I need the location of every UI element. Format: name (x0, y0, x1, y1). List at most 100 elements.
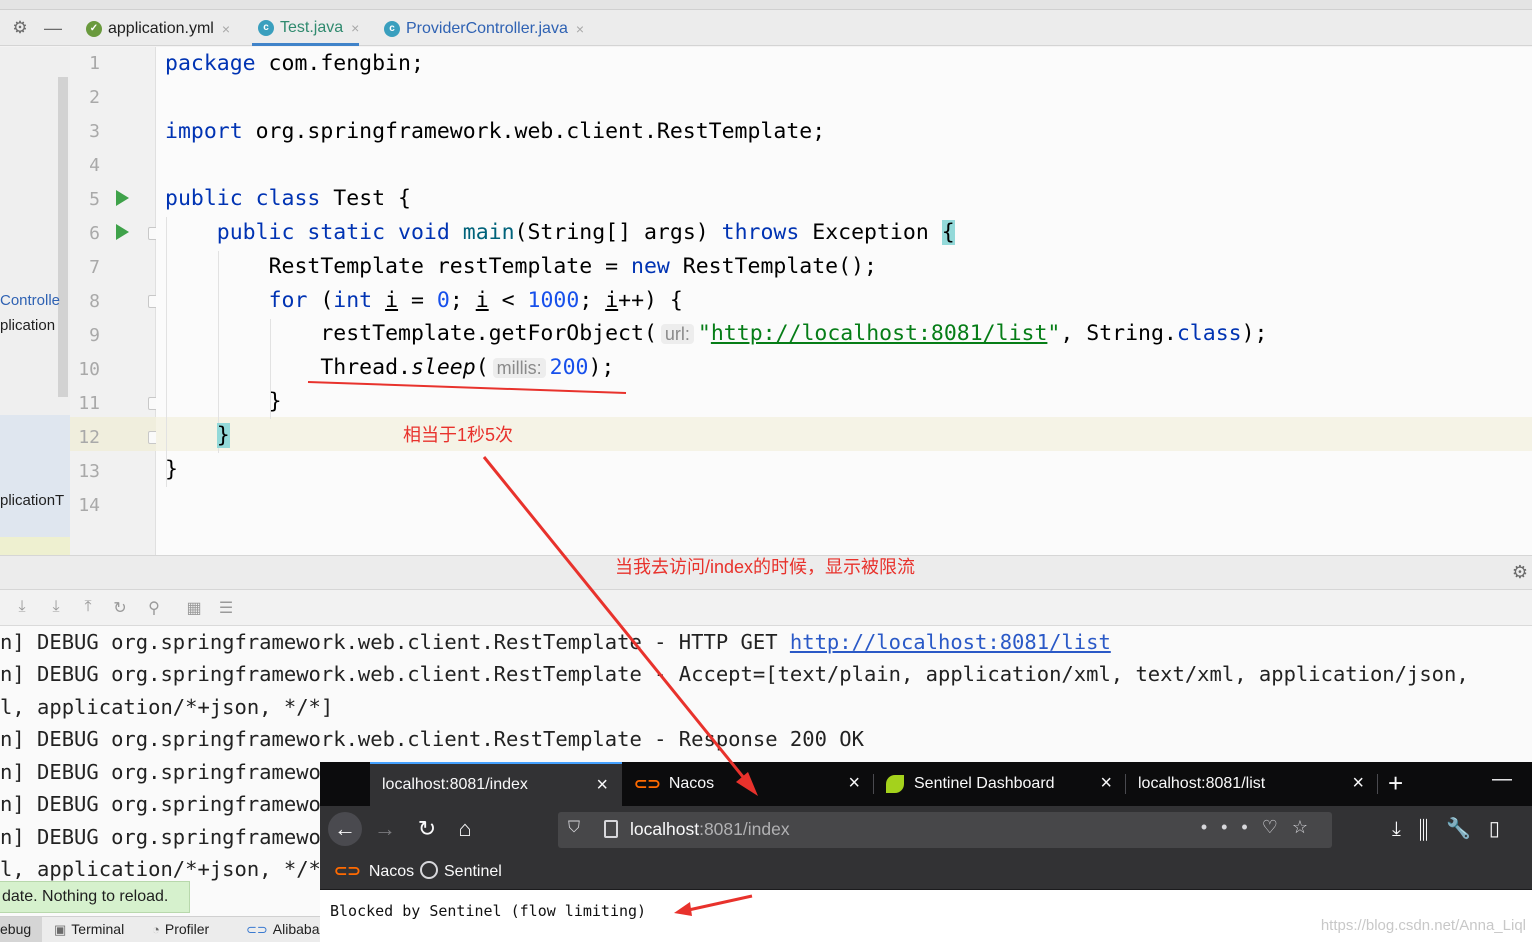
download-icon[interactable]: ⤓ (1392, 818, 1419, 840)
run-main-icon[interactable] (116, 224, 129, 240)
terminal-icon: ▣ (54, 922, 67, 937)
code-line-12: } (165, 419, 230, 453)
wrench-icon[interactable]: 🔧 (1446, 818, 1489, 840)
download-icon[interactable]: ⤓ (46, 598, 66, 616)
table-icon[interactable]: ▦ (184, 598, 204, 618)
code-text: com.fengbin; (255, 51, 424, 76)
code-line-7: RestTemplate restTemplate = new RestTemp… (165, 250, 877, 284)
tool-profiler[interactable]: ◔ Profiler (152, 921, 209, 937)
toolbar-right-icons: ⤓⫼🔧▯ (1392, 816, 1518, 841)
keyword: import (165, 119, 243, 144)
project-scrollbar[interactable] (58, 77, 68, 397)
project-highlight (0, 537, 70, 555)
code-line-11: } (165, 385, 282, 419)
number-literal: 0 (436, 288, 450, 313)
console-line: n] DEBUG org.springframework.web.client.… (0, 727, 864, 751)
number-literal: 200 (549, 355, 589, 380)
home-icon[interactable]: ⌂ (448, 812, 482, 846)
settings-list-icon[interactable]: ☰ (216, 598, 236, 618)
main-toolbar-strip (0, 0, 1532, 10)
console-link[interactable]: http://localhost:8081/list (790, 630, 1111, 654)
scroll-to-end-icon[interactable]: ⤓ (12, 598, 32, 616)
close-tab-icon[interactable]: × (596, 774, 608, 797)
parameter-hint: url: (660, 324, 694, 344)
url-host: localhost (630, 819, 700, 839)
profiler-icon: ◔ (152, 922, 160, 937)
bookmark-nacos[interactable]: ⊂⊃ Nacos (334, 861, 414, 881)
close-tab-icon[interactable]: × (1100, 772, 1112, 795)
page-info-icon[interactable] (604, 820, 618, 838)
java-class-icon: c (384, 21, 400, 37)
close-icon[interactable]: × (222, 21, 230, 37)
tab-separator (1377, 774, 1378, 794)
run-class-icon[interactable] (116, 190, 129, 206)
line-number: 6 (89, 223, 100, 244)
keyword: new (631, 254, 670, 279)
bookmark-label: Nacos (368, 863, 415, 880)
keyword: throws (721, 220, 800, 245)
forward-arrow-icon[interactable]: → (368, 812, 402, 846)
static-method: sleep (410, 355, 476, 380)
code-line-5: public class Test { (165, 182, 411, 216)
reload-icon[interactable]: ↻ (410, 812, 444, 846)
code-text: < (488, 288, 528, 313)
url-bar[interactable]: ⛉ localhost:8081/index •••♡☆ (558, 812, 1332, 848)
blocked-message: Blocked by Sentinel (flow limiting) (330, 902, 647, 920)
close-tab-icon[interactable]: × (848, 772, 860, 795)
browser-tab-index[interactable]: localhost:8081/index × (370, 762, 622, 806)
console-line: l, application/*+json, */*] (0, 695, 334, 719)
code-editor[interactable]: package com.fengbin; import org.springfr… (156, 47, 1532, 555)
upload-icon[interactable]: ⤒ (78, 598, 98, 616)
hide-panel-icon[interactable]: — (44, 18, 62, 38)
tool-label: Terminal (71, 921, 125, 937)
code-text: (String[] args) (514, 220, 722, 245)
keyword: package (165, 51, 256, 76)
line-number: 1 (89, 53, 100, 74)
bookmark-sentinel[interactable]: Sentinel (420, 861, 502, 881)
pocket-icon[interactable]: ♡ (1262, 817, 1292, 837)
url-text[interactable]: localhost:8081/index (630, 819, 790, 840)
new-tab-icon[interactable]: + (1388, 768, 1403, 799)
back-arrow-icon[interactable]: ← (328, 812, 362, 846)
project-item-application-test[interactable]: plicationT (0, 492, 64, 509)
bookmark-label: Sentinel (444, 863, 502, 880)
string-quote: " (697, 321, 711, 346)
filter-icon[interactable]: ⚲ (144, 598, 164, 618)
project-item-application[interactable]: plication (0, 317, 55, 334)
code-text: ( (475, 355, 489, 380)
tool-alibaba[interactable]: ⊂⊃ Alibaba (246, 921, 320, 938)
code-line-8: for (int i = 0; i < 1000; i++) { (165, 284, 683, 318)
settings-gear-icon[interactable]: ⚙ (1512, 562, 1528, 583)
line-number: 7 (89, 257, 100, 278)
matched-brace: { (941, 220, 955, 245)
tool-debug[interactable]: ebug (0, 921, 31, 937)
tracking-shield-icon[interactable]: ⛉ (568, 819, 580, 837)
code-text: ); (1241, 321, 1268, 346)
caret-line (156, 417, 1532, 451)
rerun-icon[interactable]: ↻ (110, 598, 130, 618)
matched-brace: } (216, 423, 230, 448)
tool-terminal[interactable]: ▣ Terminal (54, 921, 124, 938)
close-icon[interactable]: × (576, 21, 584, 37)
library-icon[interactable]: ⫼ (1419, 818, 1446, 840)
page-content: Blocked by Sentinel (flow limiting) http… (320, 890, 1532, 942)
tool-label: Alibaba (272, 921, 320, 937)
minimize-icon[interactable]: — (1492, 768, 1512, 791)
sidebar-icon[interactable]: ▯ (1489, 818, 1518, 840)
project-item-controller[interactable]: Controlle (0, 292, 60, 309)
string-url-link[interactable]: http://localhost:8081/list (711, 321, 1048, 346)
browser-tab-nacos[interactable]: ⊂⊃ Nacos × (622, 762, 874, 806)
code-text: Exception (799, 220, 942, 245)
close-icon[interactable]: × (351, 20, 359, 36)
tab-test-java[interactable]: c Test.java × (252, 12, 360, 46)
browser-tab-sentinel[interactable]: Sentinel Dashboard × (874, 762, 1126, 806)
tab-provider-controller[interactable]: c ProviderController.java × (378, 12, 584, 46)
more-actions-icon[interactable]: ••• (1201, 817, 1262, 837)
gear-icon[interactable]: ⚙ (10, 18, 30, 38)
browser-tab-list[interactable]: localhost:8081/list × (1126, 762, 1378, 806)
tab-application-yml[interactable]: ✓ application.yml × (80, 12, 230, 46)
code-text: org.springframework.web.client.RestTempl… (242, 119, 826, 144)
close-tab-icon[interactable]: × (1352, 772, 1364, 795)
bookmark-star-icon[interactable]: ☆ (1292, 817, 1322, 837)
line-number: 11 (78, 393, 100, 414)
